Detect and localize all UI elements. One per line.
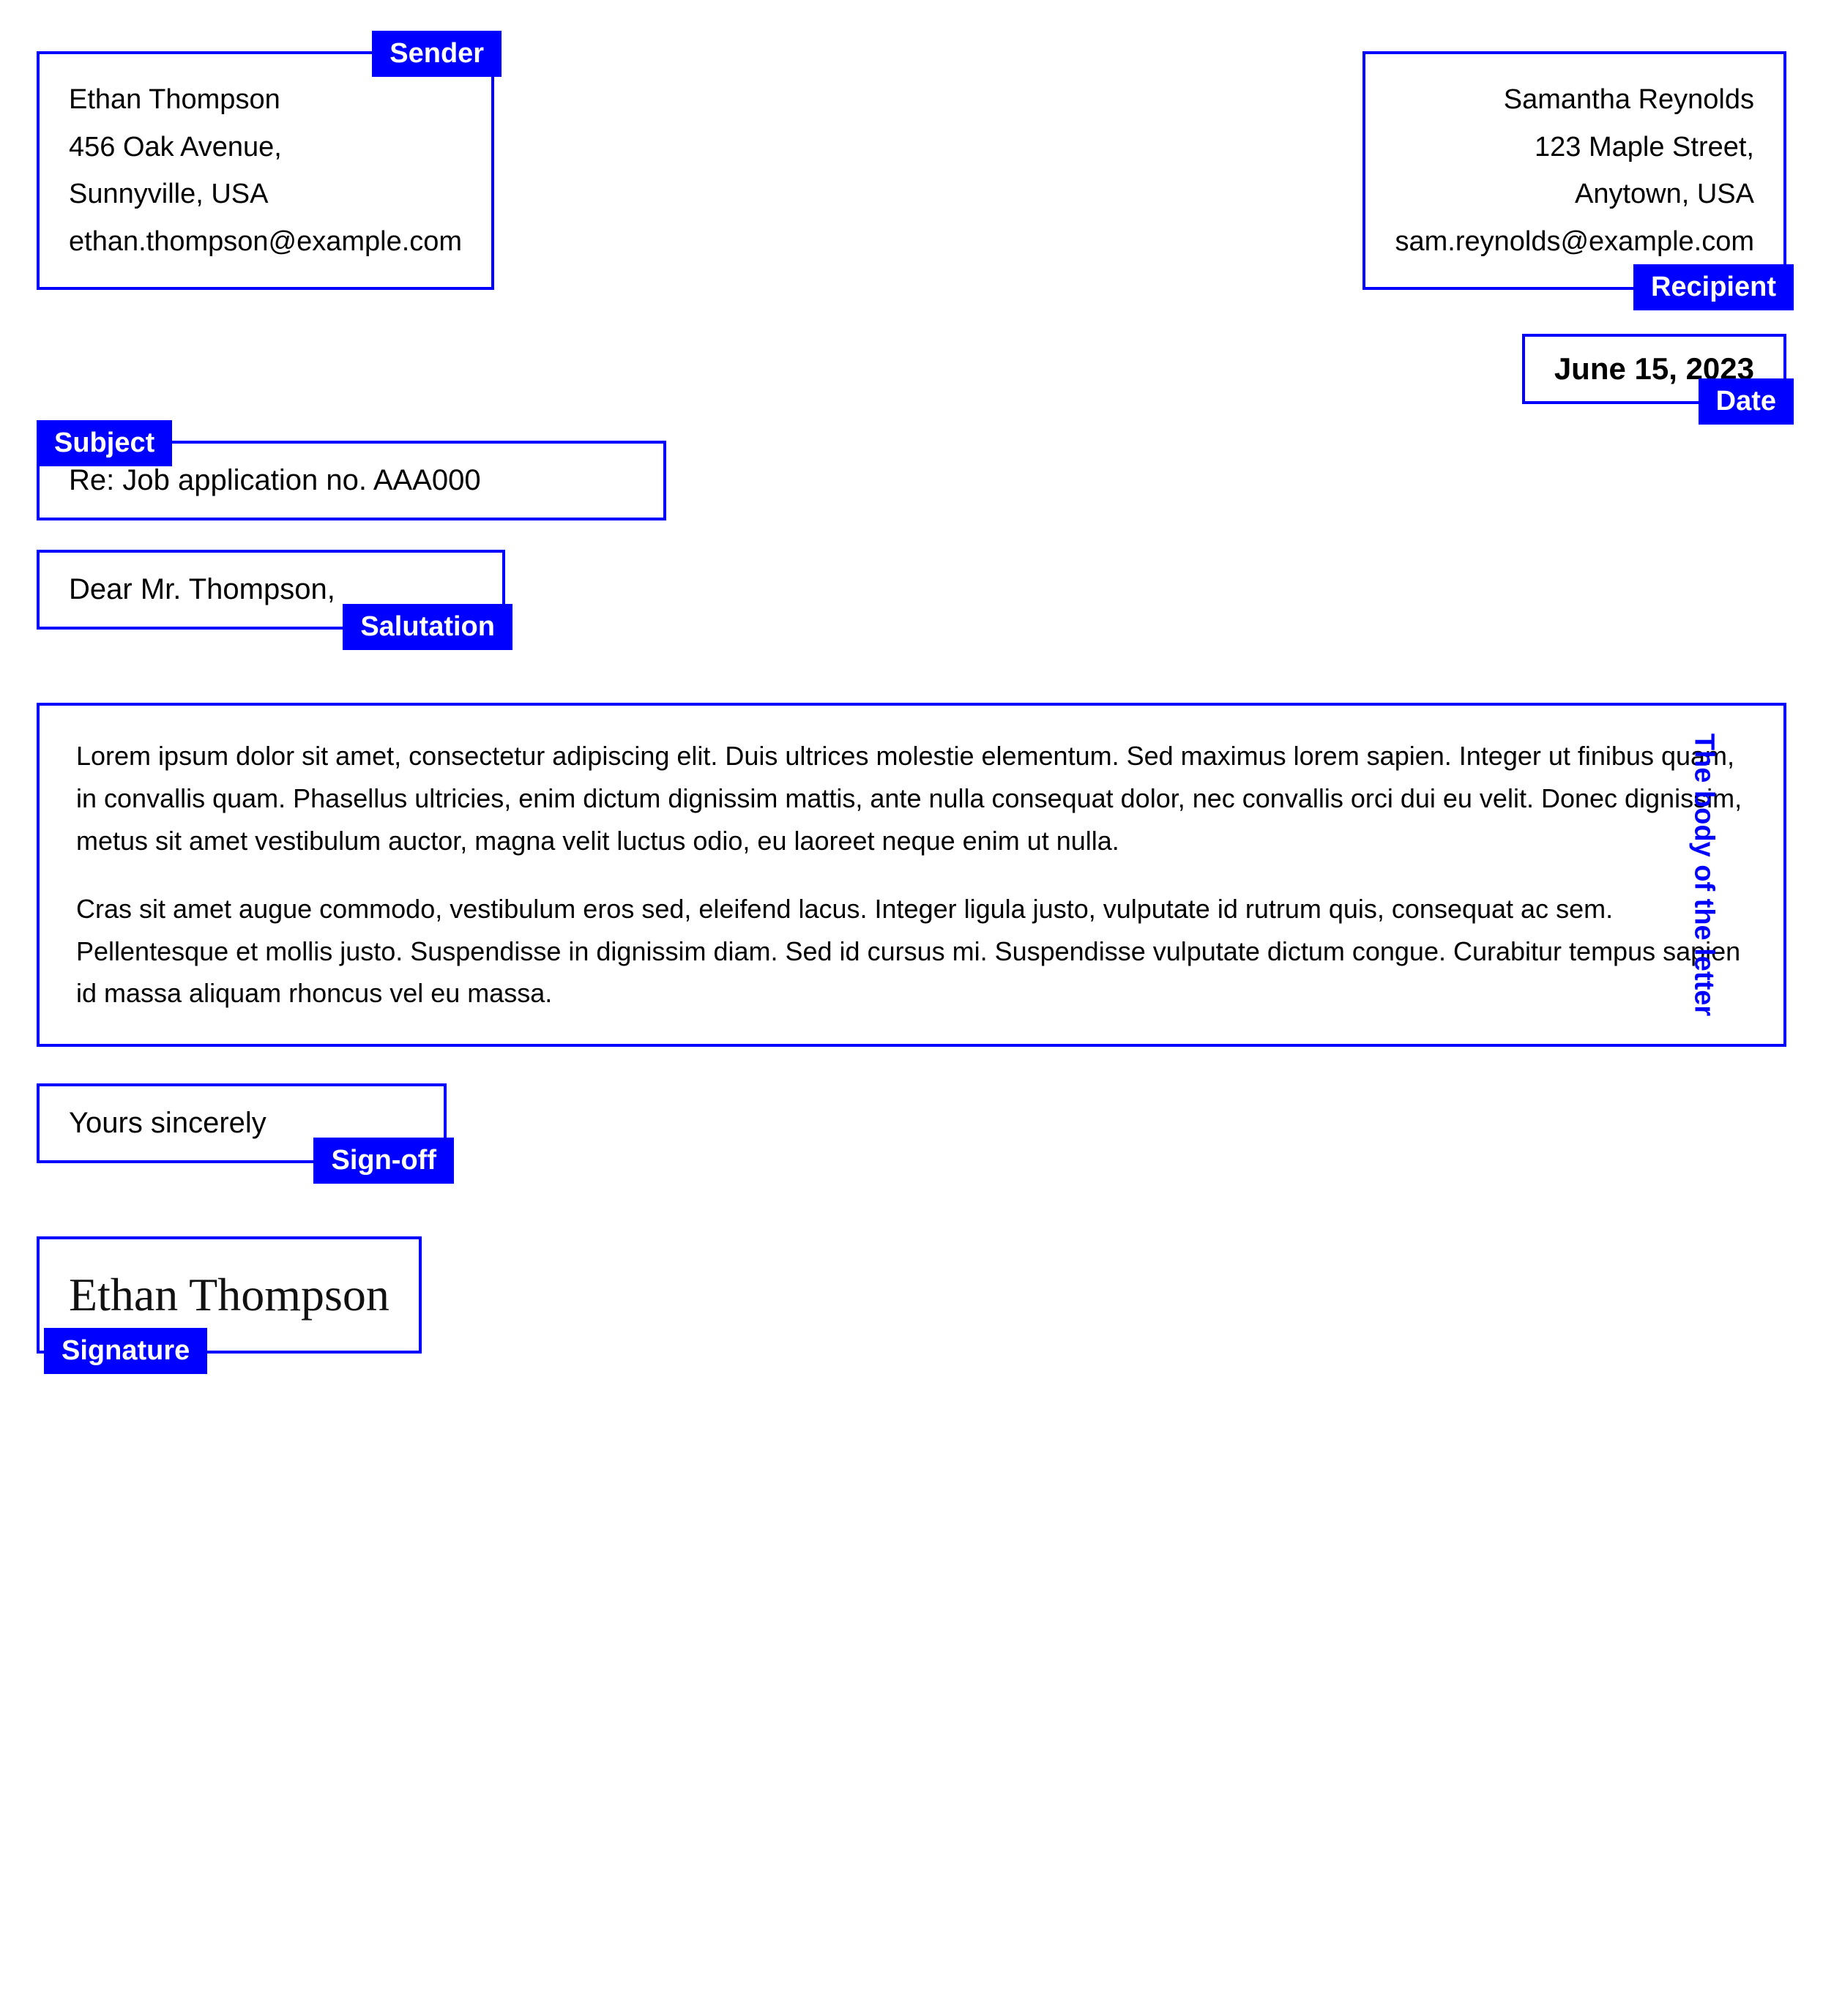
signature-wrapper: Ethan Thompson Signature bbox=[37, 1236, 1786, 1354]
sender-box: Ethan Thompson 456 Oak Avenue, Sunnyvill… bbox=[37, 51, 494, 290]
body-label: The body of the letter bbox=[1688, 733, 1719, 1016]
sender-block: Ethan Thompson 456 Oak Avenue, Sunnyvill… bbox=[37, 51, 494, 290]
salutation-label: Salutation bbox=[343, 604, 512, 650]
sender-label: Sender bbox=[372, 31, 502, 77]
sender-address-line1: 456 Oak Avenue, bbox=[69, 124, 462, 171]
date-block: June 15, 2023 Date bbox=[1522, 334, 1786, 404]
sender-address-line2: Sunnyville, USA bbox=[69, 171, 462, 218]
body-box: Lorem ipsum dolor sit amet, consectetur … bbox=[37, 703, 1786, 1047]
salutation-section: Dear Mr. Thompson, Salutation bbox=[37, 550, 505, 630]
sender-email: ethan.thompson@example.com bbox=[69, 218, 462, 266]
recipient-address-line1: 123 Maple Street, bbox=[1395, 124, 1754, 171]
signoff-section: Yours sincerely Sign-off bbox=[37, 1083, 447, 1163]
body-paragraph-2: Cras sit amet augue commodo, vestibulum … bbox=[76, 888, 1747, 1015]
date-row: June 15, 2023 Date bbox=[37, 334, 1786, 404]
recipient-address: Samantha Reynolds 123 Maple Street, Anyt… bbox=[1395, 76, 1754, 265]
salutation-value: Dear Mr. Thompson, bbox=[69, 573, 335, 605]
top-row: Ethan Thompson 456 Oak Avenue, Sunnyvill… bbox=[37, 51, 1786, 290]
signature-section: Ethan Thompson Signature bbox=[37, 1236, 422, 1354]
signoff-wrapper: Yours sincerely Sign-off bbox=[37, 1083, 1786, 1200]
signoff-label: Sign-off bbox=[313, 1138, 454, 1184]
subject-section: Subject Re: Job application no. AAA000 bbox=[37, 441, 1786, 520]
recipient-box: Samantha Reynolds 123 Maple Street, Anyt… bbox=[1362, 51, 1786, 290]
sender-address: Ethan Thompson 456 Oak Avenue, Sunnyvill… bbox=[69, 76, 462, 265]
recipient-label: Recipient bbox=[1633, 264, 1794, 310]
subject-value: Re: Job application no. AAA000 bbox=[69, 464, 481, 496]
date-label: Date bbox=[1699, 378, 1794, 425]
sender-name: Ethan Thompson bbox=[69, 76, 462, 124]
signature-label: Signature bbox=[44, 1328, 207, 1374]
subject-label: Subject bbox=[37, 420, 172, 466]
recipient-address-line2: Anytown, USA bbox=[1395, 171, 1754, 218]
recipient-block: Samantha Reynolds 123 Maple Street, Anyt… bbox=[1362, 51, 1786, 290]
recipient-name: Samantha Reynolds bbox=[1395, 76, 1754, 124]
body-section: Lorem ipsum dolor sit amet, consectetur … bbox=[37, 703, 1786, 1047]
salutation-section-wrapper: Dear Mr. Thompson, Salutation bbox=[37, 550, 1786, 666]
signature-value: Ethan Thompson bbox=[69, 1268, 389, 1322]
recipient-email: sam.reynolds@example.com bbox=[1395, 218, 1754, 266]
body-paragraph-1: Lorem ipsum dolor sit amet, consectetur … bbox=[76, 735, 1747, 862]
signoff-value: Yours sincerely bbox=[69, 1107, 266, 1139]
